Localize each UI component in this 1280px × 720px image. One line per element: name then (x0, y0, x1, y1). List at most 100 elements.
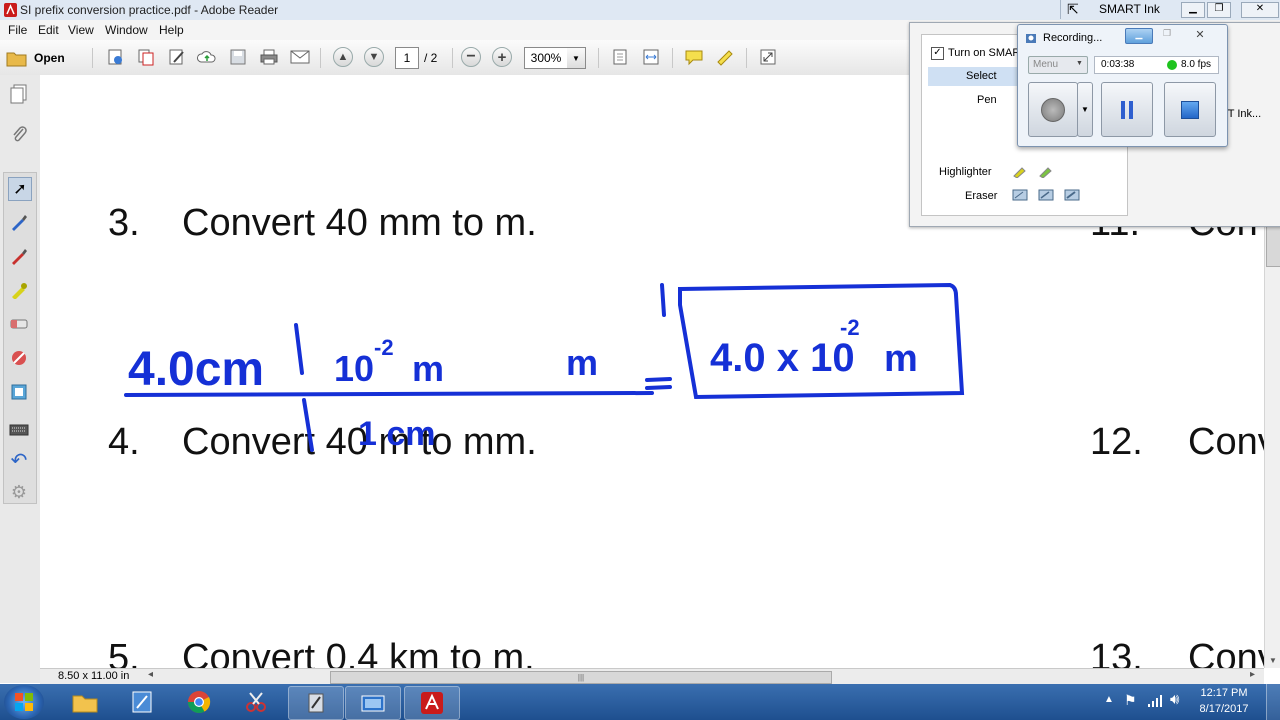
expand-button[interactable] (757, 46, 779, 68)
fit-width-button[interactable] (640, 46, 662, 68)
recorder-menu-dropdown[interactable]: Menu ▼ (1028, 56, 1088, 74)
clock-date[interactable]: 8/17/2017 (1196, 703, 1252, 715)
highlighter-tool-button[interactable] (8, 279, 30, 301)
clock-time[interactable]: 12:17 PM (1198, 687, 1250, 699)
show-desktop-button[interactable] (1266, 684, 1280, 720)
stop-icon (1181, 100, 1199, 119)
undo-button[interactable]: ↶ (8, 449, 30, 472)
page-number-input[interactable]: 1 (395, 47, 419, 69)
zoom-input[interactable]: 300% (524, 47, 568, 69)
record-button[interactable] (1028, 82, 1078, 137)
pen-tool-2-button[interactable] (8, 245, 30, 267)
pages-panel-button[interactable] (8, 83, 30, 105)
recorder-time: 0:03:38 (1101, 59, 1135, 70)
settings-button[interactable]: ⚙ (8, 481, 30, 503)
close-button[interactable]: ✕ (1241, 2, 1279, 18)
horizontal-scrollbar-thumb[interactable]: ||| (330, 671, 832, 684)
show-hidden-icons-icon[interactable]: ▲ (1104, 694, 1114, 705)
taskbar-chrome[interactable] (172, 686, 226, 718)
menu-help[interactable]: Help (159, 23, 184, 37)
scroll-left-icon[interactable]: ◂ (148, 669, 153, 680)
highlighter-yellow-icon[interactable] (1012, 164, 1028, 178)
zoom-in-button[interactable]: + (491, 46, 513, 68)
chevron-down-icon: ▼ (1081, 105, 1089, 114)
stop-button[interactable] (1164, 82, 1216, 137)
magic-pen-tool-button[interactable] (8, 347, 30, 369)
equals-sign (645, 377, 672, 390)
arrow-down-icon: ▼ (364, 47, 384, 67)
expand-icon (760, 49, 776, 65)
taskbar-recorder[interactable] (345, 686, 401, 720)
menu-file[interactable]: File (8, 23, 27, 37)
grip-icon: ||| (577, 673, 585, 682)
next-page-button[interactable]: ▼ (363, 46, 385, 68)
scroll-down-icon[interactable]: ▼ (1266, 652, 1280, 668)
record-options-button[interactable]: ▼ (1077, 82, 1093, 137)
recorder-close-button[interactable]: ✕ (1188, 28, 1212, 42)
previous-page-button[interactable]: ▲ (332, 46, 354, 68)
keyboard-button[interactable] (8, 419, 30, 441)
highlighter-green-icon[interactable] (1038, 164, 1054, 178)
taskbar-snipping-tool[interactable] (229, 686, 283, 718)
eraser-large-icon[interactable] (1064, 188, 1080, 202)
open-button[interactable]: Open (6, 46, 84, 70)
adobe-reader-icon (421, 692, 443, 714)
eraser-tool-button[interactable] (8, 313, 30, 335)
scroll-right-icon[interactable]: ▸ (1250, 669, 1255, 680)
start-button[interactable] (4, 685, 44, 719)
fit-page-button[interactable] (609, 46, 631, 68)
recorder-restore-button[interactable]: ❐ (1157, 28, 1177, 42)
record-icon (1041, 97, 1065, 122)
minimize-button[interactable]: ▁ (1181, 2, 1205, 18)
print-button[interactable] (258, 46, 280, 68)
comment-icon (685, 50, 703, 66)
menu-window[interactable]: Window (105, 23, 148, 37)
create-button[interactable] (104, 46, 126, 68)
volume-icon[interactable]: 🔊︎ (1170, 691, 1179, 708)
zoom-dropdown-button[interactable]: ▼ (567, 47, 586, 69)
network-signal-icon[interactable] (1147, 694, 1163, 708)
combine-button[interactable] (135, 46, 157, 68)
menu-edit[interactable]: Edit (38, 23, 59, 37)
edit-button[interactable] (166, 46, 188, 68)
select-tool-button[interactable]: ➚ (8, 177, 32, 201)
taskbar-adobe-reader[interactable] (404, 686, 460, 720)
handwritten-exponent: -2 (374, 335, 394, 360)
status-bar: 8.50 x 11.00 in ◂ ||| ▸ (40, 668, 1264, 685)
upload-button[interactable] (196, 46, 218, 68)
smart-ink-cursor-icon[interactable]: ⇱ (1067, 1, 1079, 18)
action-center-icon[interactable]: ⚑ (1124, 692, 1137, 709)
capture-tool-button[interactable] (8, 381, 30, 403)
taskbar-explorer[interactable] (58, 686, 112, 718)
recording-status-dot (1167, 60, 1177, 70)
mail-icon (290, 50, 310, 64)
conversion-bar-bottom (302, 398, 314, 452)
email-button[interactable] (289, 46, 311, 68)
pen-tool-1-button[interactable] (8, 211, 30, 233)
restore-button[interactable]: ❐ (1207, 2, 1231, 18)
highlight-text-button[interactable] (714, 46, 736, 68)
turn-on-checkbox[interactable]: ✓ (931, 47, 944, 60)
zoom-out-button[interactable]: − (460, 46, 482, 68)
attachments-panel-button[interactable] (8, 123, 30, 145)
adobe-reader-icon (4, 3, 17, 17)
taskbar-smart-ink[interactable] (288, 686, 344, 720)
create-pdf-icon (108, 49, 122, 65)
conversion-bar-top (294, 323, 304, 375)
handwritten-unit: m (412, 348, 444, 389)
eraser-medium-icon[interactable] (1038, 188, 1054, 202)
eraser-small-icon[interactable] (1012, 188, 1028, 202)
page-size-label: 8.50 x 11.00 in (58, 670, 130, 682)
restore-icon: ❐ (1162, 28, 1172, 38)
recorder-window: Recording... ▁ ❐ ✕ Menu ▼ 0:03:38 8.0 fp… (1017, 24, 1228, 147)
taskbar-notes[interactable] (115, 686, 169, 718)
save-button[interactable] (227, 46, 249, 68)
recorder-minimize-button[interactable]: ▁ (1125, 28, 1153, 44)
pause-button[interactable] (1101, 82, 1153, 137)
minus-icon: − (461, 47, 481, 67)
comment-button[interactable] (683, 46, 705, 68)
smart-ink-icon (308, 693, 324, 713)
scrollbar-thumb[interactable] (1266, 225, 1280, 267)
menu-view[interactable]: View (68, 23, 94, 37)
keyboard-icon (9, 424, 29, 436)
